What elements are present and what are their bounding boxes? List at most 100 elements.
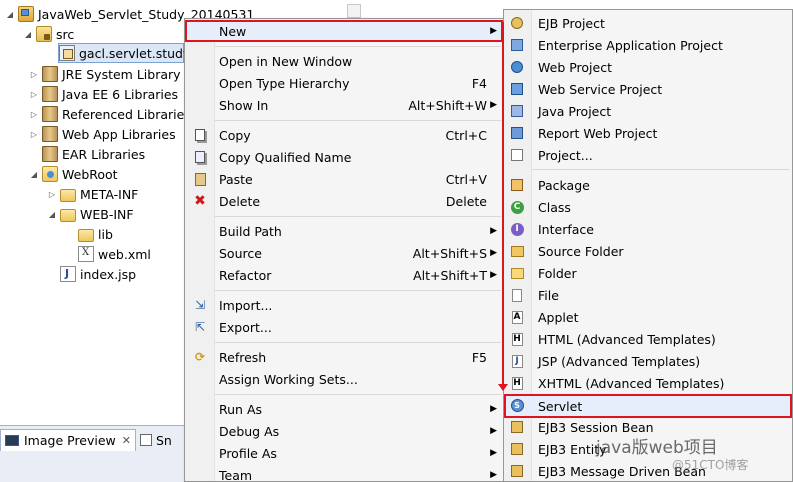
expand-icon[interactable]: ◢: [46, 208, 58, 220]
menu-separator: [532, 169, 790, 170]
menu-item-paste[interactable]: Paste Ctrl+V: [185, 168, 503, 190]
menu-item-shortcut: Ctrl+V: [445, 171, 487, 187]
menu-item-refresh[interactable]: ⟳ Refresh F5: [185, 346, 503, 368]
submenu-item-report-web-project[interactable]: Report Web Project: [504, 122, 792, 144]
menu-item-debug-as[interactable]: Debug As ▶: [185, 420, 503, 442]
menu-item-shortcut: F5: [471, 349, 487, 365]
watermark-subtext: @51CTO博客: [672, 458, 749, 472]
menu-item-team[interactable]: Team ▶: [185, 464, 503, 482]
submenu-item-applet[interactable]: A Applet: [504, 306, 792, 328]
tree-item-label: META-INF: [80, 186, 139, 202]
menu-item-source[interactable]: Source Alt+Shift+S ▶: [185, 242, 503, 264]
menu-item-label: Java Project: [538, 103, 612, 119]
collapse-icon[interactable]: ▷: [28, 108, 40, 120]
menu-item-assign-working-sets[interactable]: Assign Working Sets...: [185, 368, 503, 390]
menu-separator: [215, 216, 501, 217]
menu-separator: [215, 394, 501, 395]
menu-item-show-in[interactable]: Show In Alt+Shift+W ▶: [185, 94, 503, 116]
collapse-icon[interactable]: ▷: [28, 128, 40, 140]
submenu-item-xhtml[interactable]: H XHTML (Advanced Templates): [504, 372, 792, 394]
tree-item-webapp-libraries[interactable]: ▷ Web App Libraries: [28, 124, 176, 144]
submenu-item-project[interactable]: Project...: [504, 144, 792, 166]
menu-item-copy[interactable]: Copy Ctrl+C: [185, 124, 503, 146]
submenu-item-class[interactable]: C Class: [504, 196, 792, 218]
annotation-connector-line: [502, 22, 504, 390]
new-submenu: EJB Project Enterprise Application Proje…: [503, 9, 793, 482]
tree-item-webroot[interactable]: ◢ WebRoot: [28, 164, 118, 184]
close-icon[interactable]: ✕: [122, 434, 131, 447]
submenu-item-web-project[interactable]: Web Project: [504, 56, 792, 78]
expand-icon[interactable]: ◢: [4, 8, 16, 20]
submenu-item-ejb3-message-driven-bean[interactable]: EJB3 Message Driven Bean: [504, 460, 792, 482]
tab-snippets[interactable]: Sn: [136, 429, 176, 451]
folder-icon: [60, 189, 76, 202]
menu-separator: [215, 46, 501, 47]
menu-item-label: XHTML (Advanced Templates): [538, 375, 725, 391]
tree-item-index-jsp[interactable]: index.jsp: [60, 264, 136, 284]
scroll-button[interactable]: [347, 4, 361, 18]
submenu-item-html[interactable]: H HTML (Advanced Templates): [504, 328, 792, 350]
submenu-item-java-project[interactable]: Java Project: [504, 100, 792, 122]
tree-item-label: Java EE 6 Libraries: [62, 86, 179, 102]
tree-item-javaee-libraries[interactable]: ▷ Java EE 6 Libraries: [28, 84, 178, 104]
menu-item-build-path[interactable]: Build Path ▶: [185, 220, 503, 242]
library-icon: [42, 126, 58, 142]
menu-item-label: Refresh: [219, 349, 267, 365]
tree-item-web-xml[interactable]: web.xml: [78, 244, 151, 264]
submenu-item-ejb-project[interactable]: EJB Project: [504, 12, 792, 34]
menu-item-label: Interface: [538, 221, 594, 237]
tree-item-ear-libraries[interactable]: EAR Libraries: [42, 144, 145, 164]
web-project-icon: [509, 59, 525, 75]
menu-item-label: Open Type Hierarchy: [219, 75, 350, 91]
expand-icon[interactable]: ◢: [22, 28, 34, 40]
tree-item-jre-library[interactable]: ▷ JRE System Library [S: [28, 64, 197, 84]
collapse-icon[interactable]: ▷: [28, 68, 40, 80]
menu-item-label: Enterprise Application Project: [538, 37, 723, 53]
menu-separator: [215, 290, 501, 291]
submenu-item-folder[interactable]: Folder: [504, 262, 792, 284]
snippets-icon: [140, 434, 152, 446]
menu-item-export[interactable]: ⇱ Export...: [185, 316, 503, 338]
menu-item-import[interactable]: ⇲ Import...: [185, 294, 503, 316]
submenu-item-interface[interactable]: I Interface: [504, 218, 792, 240]
submenu-item-servlet[interactable]: S Servlet: [504, 394, 792, 418]
class-icon: C: [509, 199, 525, 215]
tab-label: Sn: [156, 432, 172, 448]
tree-item-lib[interactable]: lib: [78, 224, 113, 244]
submenu-item-jsp[interactable]: J JSP (Advanced Templates): [504, 350, 792, 372]
menu-item-profile-as[interactable]: Profile As ▶: [185, 442, 503, 464]
expand-icon[interactable]: ◢: [28, 168, 40, 180]
tree-item-src[interactable]: ◢ src: [22, 24, 74, 44]
tab-image-preview[interactable]: Image Preview ✕: [0, 429, 136, 451]
menu-item-copy-qualified-name[interactable]: Copy Qualified Name: [185, 146, 503, 168]
menu-item-label: Build Path: [219, 223, 282, 239]
menu-item-open-in-new-window[interactable]: Open in New Window: [185, 50, 503, 72]
menu-item-label: Source Folder: [538, 243, 624, 259]
tree-item-web-inf[interactable]: ◢ WEB-INF: [46, 204, 134, 224]
submenu-item-web-service-project[interactable]: Web Service Project: [504, 78, 792, 100]
folder-icon: [60, 209, 76, 222]
submenu-item-package[interactable]: Package: [504, 174, 792, 196]
submenu-item-file[interactable]: File: [504, 284, 792, 306]
web-folder-icon: [42, 166, 58, 182]
tree-item-package[interactable]: gacl.servlet.study: [58, 43, 190, 63]
submenu-arrow-icon: ▶: [490, 226, 497, 236]
menu-item-label: Web Service Project: [538, 81, 663, 97]
tree-item-meta-inf[interactable]: ▷ META-INF: [46, 184, 138, 204]
ejb3-mdb-icon: [509, 463, 525, 479]
menu-item-new[interactable]: New ▶: [185, 20, 503, 42]
menu-item-open-type-hierarchy[interactable]: Open Type Hierarchy F4: [185, 72, 503, 94]
menu-item-delete[interactable]: ✖ Delete Delete: [185, 190, 503, 212]
tree-item-referenced-libraries[interactable]: ▷ Referenced Libraries: [28, 104, 191, 124]
collapse-icon[interactable]: ▷: [28, 88, 40, 100]
submenu-item-enterprise-application-project[interactable]: Enterprise Application Project: [504, 34, 792, 56]
collapse-icon[interactable]: ▷: [46, 188, 58, 200]
submenu-item-source-folder[interactable]: Source Folder: [504, 240, 792, 262]
menu-item-label: Debug As: [219, 423, 280, 439]
delete-icon: ✖: [194, 193, 206, 209]
menu-item-label: Source: [219, 245, 262, 261]
jsp-file-icon: [60, 266, 76, 282]
menu-item-refactor[interactable]: Refactor Alt+Shift+T ▶: [185, 264, 503, 286]
menu-item-run-as[interactable]: Run As ▶: [185, 398, 503, 420]
tree-item-label: lib: [98, 226, 113, 242]
